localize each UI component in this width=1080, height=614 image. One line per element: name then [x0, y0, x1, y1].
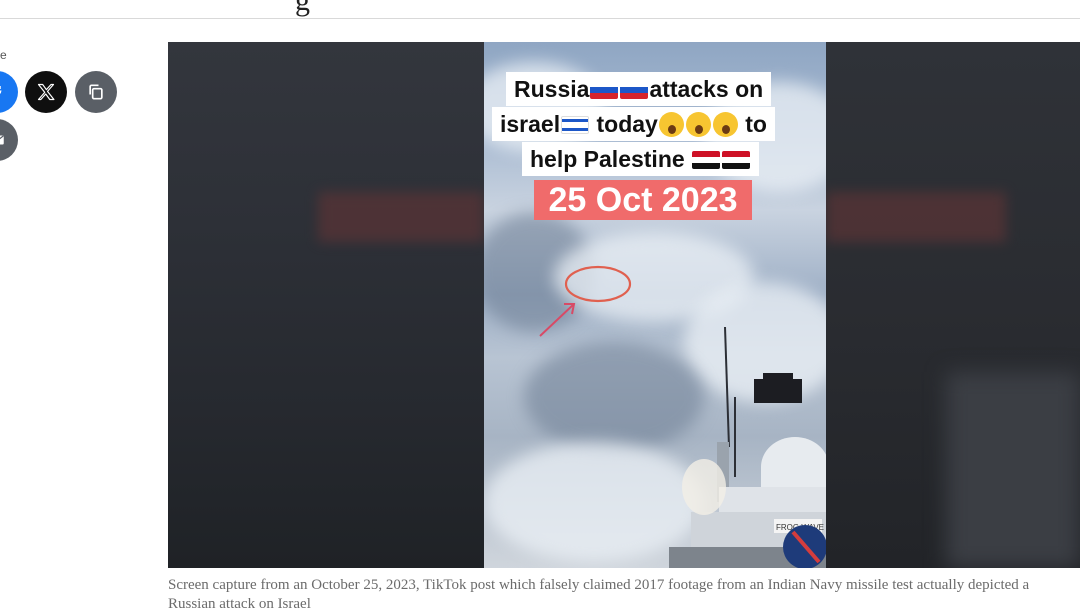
share-facebook-button[interactable] — [0, 71, 18, 113]
navy-ship: FROG WAVE — [669, 327, 826, 568]
image-caption: Screen capture from an October 25, 2023,… — [168, 577, 1030, 612]
mail-icon — [0, 135, 4, 145]
article-video[interactable]: Russia attacks on israel today to help Pa… — [168, 42, 1080, 568]
video-blur-right — [826, 42, 1080, 568]
facebook-icon — [0, 86, 2, 94]
copy-icon — [89, 84, 103, 100]
site-header: g — [0, 0, 1080, 19]
share-email-button[interactable] — [0, 119, 18, 161]
copy-link-button[interactable] — [75, 71, 117, 113]
share-x-button[interactable] — [25, 71, 67, 113]
article-title-fragment: g — [295, 0, 310, 17]
share-label: re — [0, 48, 7, 62]
tiktok-frame: Russia attacks on israel today to help Pa… — [484, 42, 826, 568]
x-icon — [37, 83, 55, 101]
video-blur-left — [168, 42, 484, 568]
header-divider — [0, 18, 1080, 19]
